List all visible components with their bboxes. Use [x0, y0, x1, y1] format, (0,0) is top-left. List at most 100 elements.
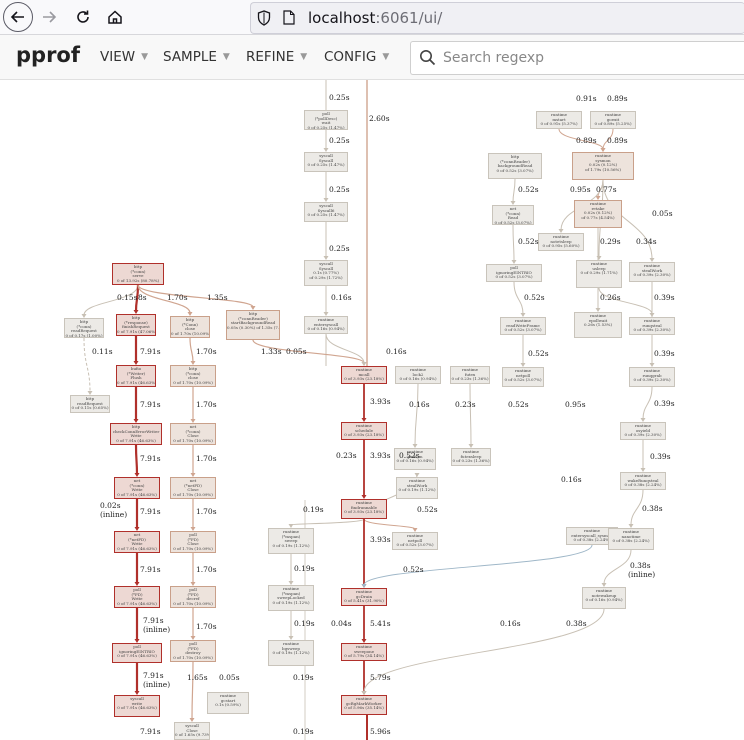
- graph-node[interactable]: http (*connReader) backgroundRead 0 of 0.52…: [488, 153, 542, 179]
- graph-node-text: 0 of 1.70s (10.09%): [173, 600, 213, 606]
- graph-node[interactable]: runtime retake 0.02s (0.12%) of 0.77s (4.54…: [574, 200, 622, 228]
- graph-node[interactable]: http checkConnErrorWriter Write 0 of 7.91s …: [110, 423, 162, 445]
- graph-edge: [189, 337, 194, 363]
- menu-view[interactable]: VIEW ▼: [100, 49, 148, 65]
- graph-node[interactable]: runtime (*mspan) sweep 0 of 0.19s (1.12%): [268, 528, 314, 554]
- graph-node-text: 0 of 7.91s (46.63%): [117, 653, 157, 659]
- back-button[interactable]: [3, 2, 33, 32]
- edge-label: 0.16s: [331, 293, 352, 302]
- graph-node[interactable]: runtime futexsleep 0 of 0.23s (1.36%): [451, 448, 491, 466]
- graph-node[interactable]: runtime stealWork 0 of 0.19s (1.12%): [396, 477, 438, 499]
- graph-node[interactable]: poll (*FD) destroy 0 of 1.70s (10.09%): [170, 640, 216, 662]
- graph-node[interactable]: runtime wakeRunqsteal 0 of 0.38s (2.24%): [620, 472, 666, 490]
- search-input[interactable]: [441, 46, 735, 70]
- graph-node[interactable]: runtime schedule 0 of 3.93s (23.18%): [341, 422, 387, 440]
- graph-node[interactable]: bufio (*Writer) Flush 0 of 7.91s (46.63%): [116, 365, 156, 387]
- edge-label: 0.89s: [607, 136, 628, 145]
- graph-node[interactable]: poll ignoringEINTRIO 0 of 7.91s (46.63%): [112, 643, 162, 663]
- graph-node[interactable]: runtime lock2 0 of 0.16s (0.94%): [395, 366, 441, 384]
- edge-label: 0.19s: [303, 505, 324, 514]
- graph-node[interactable]: runtime mcall 0 of 3.93s (23.18%): [341, 366, 387, 384]
- graph-node[interactable]: net (*conn) Read 0 of 0.52s (3.07%): [492, 205, 534, 225]
- graph-node[interactable]: http (*conn) readRequest 0 of 0.17s (1.00%): [64, 318, 104, 338]
- edge-label: 7.91s: [143, 671, 164, 680]
- graph-node[interactable]: runtime readWriteFrame 0 of 0.52s (3.07%): [500, 317, 546, 335]
- graph-node[interactable]: runtime notetsleep 0 of 0.95s (5.60%): [538, 233, 584, 251]
- pprof-logo[interactable]: pprof: [16, 43, 80, 67]
- graph-node-text: 0 of 3.93s (23.18%): [344, 509, 384, 515]
- graph-node[interactable]: poll (*FD) Close 0 of 1.70s (10.09%): [170, 531, 216, 553]
- graph-node[interactable]: http (*response) finishRequest 0 of 7.91s (…: [116, 314, 156, 336]
- graph-node[interactable]: http (*conn) close 0 of 1.70s (10.09%): [170, 365, 216, 387]
- graph-node[interactable]: http (*Conn) close 0 of 1.70s (10.09%): [170, 316, 210, 338]
- graph-node[interactable]: runtime osyield 0 of 0.39s (2.30%): [620, 422, 666, 440]
- edge-label: 0.04s: [331, 619, 352, 628]
- menu-sample[interactable]: SAMPLE ▼: [163, 49, 230, 65]
- graph-edge: [191, 661, 194, 720]
- url-bar[interactable]: localhost:6061/ui/: [250, 2, 744, 34]
- graph-edge: [603, 549, 632, 585]
- graph-node[interactable]: syscall write 0 of 7.91s (46.63%): [114, 695, 160, 717]
- graph-node[interactable]: syscall Syscall6 0 of 0.25s (1.47%): [304, 202, 348, 222]
- graph-node[interactable]: runtime gcBgMarkWorker 0 of 5.96s (35.14%): [341, 695, 387, 715]
- graph-node[interactable]: runtime notewakeup 0 of 0.16s (0.94%): [582, 587, 626, 609]
- graph-edge: [512, 178, 516, 203]
- graph-node[interactable]: runtime runqgrab 0 of 0.39s (2.30%): [629, 367, 675, 387]
- edge-label: 0.16s: [500, 619, 521, 628]
- forward-button[interactable]: [34, 2, 64, 32]
- graph-node[interactable]: net (*conn) Write 0 of 7.91s (46.63%): [114, 477, 160, 499]
- graph-node[interactable]: runtime runqsteal 0 of 0.39s (2.30%): [629, 317, 675, 335]
- menu-config[interactable]: CONFIG ▼: [324, 49, 389, 65]
- graph-node[interactable]: runtime gcDrain 0 of 5.41s (31.90%): [341, 588, 387, 606]
- graph-node-text: 0 of 0.39s (2.30%): [633, 327, 671, 333]
- graph-node[interactable]: poll (*FD) Write 0 of 7.91s (46.63%): [114, 586, 160, 608]
- graph-node[interactable]: runtime stealWork 0 of 0.39s (2.30%): [629, 262, 675, 282]
- graph-node[interactable]: runtime goexit 0 of 0.89s (5.25%): [590, 111, 636, 129]
- edge-label: 1.70s: [196, 565, 217, 574]
- edge-label: 0.52s: [399, 451, 420, 460]
- graph-node[interactable]: runtime bgsweep 0 of 0.19s (1.12%): [268, 640, 314, 666]
- edge-label: (inline): [143, 680, 171, 689]
- graph-node-text: 0 of 7.91s (46.63%): [117, 379, 156, 385]
- graph-node[interactable]: http readRequest 0 of 0.11s (0.65%): [70, 395, 110, 413]
- graph-node[interactable]: poll (*FD) decref 0 of 1.70s (10.09%): [170, 586, 216, 608]
- graph-node[interactable]: runtime sweepone 0 of 5.79s (34.14%): [341, 643, 387, 661]
- graph-node-text: 0 of 3.93s (23.18%): [344, 432, 384, 438]
- graph-node[interactable]: runtime epollwait 0.26s (1.53%): [574, 312, 622, 338]
- graph-node[interactable]: http (*conn) serve 0 of 13.92s (80.78%): [112, 263, 164, 285]
- graph-node[interactable]: runtime nanotime 0 of 0.38s (2.24%): [608, 528, 654, 550]
- graph-node[interactable]: runtime gcstart 0.1s (0.59%): [207, 692, 249, 714]
- edge-label: 7.91s: [140, 454, 161, 463]
- graph-node[interactable]: runtime findrunnable 0 of 3.93s (23.18%): [341, 499, 387, 519]
- graph-node-text: of 0.29s (1.72%): [309, 274, 343, 280]
- caret-down-icon: ▼: [141, 52, 149, 62]
- graph-node-text: 0 of 0.11s (0.65%): [71, 405, 109, 411]
- page-icon[interactable]: [283, 10, 295, 25]
- graph-node[interactable]: runtime mstart 0 of 0.91s (5.37%): [536, 111, 582, 129]
- graph-node[interactable]: runtime (*mspan) sweepLocked 0 of 0.19s (1.…: [268, 585, 314, 611]
- graph-node-text: 0 of 13.92s (80.78%): [116, 277, 160, 283]
- graph-node[interactable]: net (*conn) Close 0 of 1.70s (10.09%): [170, 423, 216, 445]
- graph-node[interactable]: runtime netpoll 0 of 0.52s (3.07%): [392, 532, 438, 550]
- home-button[interactable]: [100, 2, 130, 32]
- graph-node[interactable]: poll (*pollDesc) wait 0 of 0.25s (1.47%): [304, 110, 348, 130]
- call-graph[interactable]: poll (*pollDesc) wait 0 of 0.25s (1.47%) sys…: [0, 80, 744, 740]
- menu-refine[interactable]: REFINE ▼: [246, 49, 307, 65]
- graph-node[interactable]: http (*connReader) startBackgroundRead 0.05…: [226, 310, 280, 340]
- graph-node[interactable]: runtime sysmon 0.02s (0.12%) of 1.79s (10.5…: [572, 152, 634, 180]
- graph-node[interactable]: syscall Close 0 of 1.65s (9.73%): [174, 722, 210, 740]
- graph-node[interactable]: runtime entersyscall 0 of 0.16s (0.94%): [304, 316, 348, 334]
- graph-node[interactable]: syscall Syscall 0 of 0.25s (1.47%): [304, 152, 348, 172]
- edge-label: 0.91s: [576, 94, 597, 103]
- shield-icon[interactable]: [257, 10, 271, 26]
- graph-node[interactable]: net (*netFD) Write 0 of 7.91s (46.63%): [114, 531, 160, 553]
- reload-button[interactable]: [68, 2, 98, 32]
- graph-node[interactable]: runtime usleep 0 of 0.29s (1.71%): [576, 260, 622, 288]
- graph-node[interactable]: poll ignoringEINTRIO 0 of 0.52s (3.07%): [486, 264, 542, 282]
- home-icon: [108, 10, 122, 24]
- edge-label: 5.79s: [370, 673, 391, 682]
- graph-node[interactable]: runtime netpoll 0 of 0.52s (3.07%): [502, 367, 544, 387]
- graph-node[interactable]: runtime futex 0 of 0.23s (1.36%): [450, 366, 490, 384]
- graph-node[interactable]: net (*netFD) Close 0 of 1.70s (10.09%): [170, 477, 216, 499]
- graph-node[interactable]: syscall Syscall 0.1s (0.77%) of 0.29s (1.72…: [304, 260, 348, 286]
